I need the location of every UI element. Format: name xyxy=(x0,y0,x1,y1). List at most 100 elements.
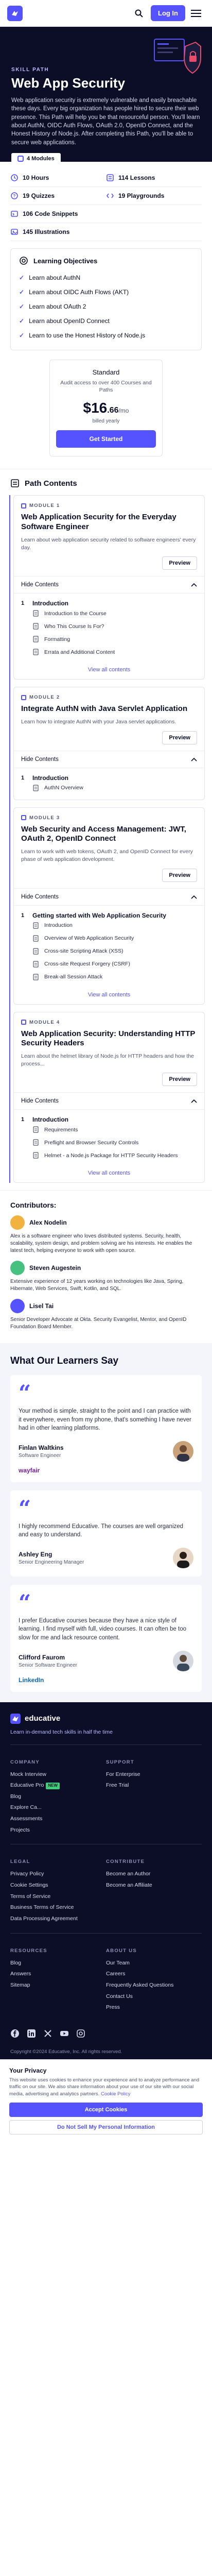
footer-link[interactable]: Projects xyxy=(10,1825,106,1836)
footer-link[interactable]: Our Team xyxy=(106,1958,202,1969)
quote-icon: “ xyxy=(19,1589,31,1615)
search-icon[interactable] xyxy=(130,5,148,22)
module-title[interactable]: Web Application Security for the Everyda… xyxy=(21,513,197,532)
lesson-title: Introduction xyxy=(32,1116,68,1124)
lesson-item-label: Helmet - a Node.js Package for HTTP Secu… xyxy=(44,1152,178,1159)
lesson-item[interactable]: Cross-site Request Forgery (CSRF) xyxy=(21,958,197,971)
youtube-icon[interactable] xyxy=(60,2029,69,2038)
preview-button[interactable]: Preview xyxy=(162,731,197,744)
doc-icon xyxy=(33,960,39,968)
footer-link[interactable]: Blog xyxy=(10,1791,106,1803)
accept-cookies-button[interactable]: Accept Cookies xyxy=(9,2103,203,2117)
footer-link[interactable]: Answers xyxy=(10,1969,106,1980)
contents-toggle[interactable]: Hide Contents xyxy=(14,1093,204,1110)
lesson-item[interactable]: Who This Course Is For? xyxy=(21,620,197,633)
logo-icon[interactable] xyxy=(7,5,23,21)
testimonial-role: Senior Software Engineer xyxy=(19,1662,77,1668)
contents-toggle-label: Hide Contents xyxy=(21,756,59,762)
doc-icon xyxy=(33,649,39,655)
footer-link[interactable]: Explore Ca... xyxy=(10,1802,106,1814)
menu-icon[interactable] xyxy=(187,5,205,22)
lesson-item[interactable]: Requirements xyxy=(21,1123,197,1136)
preview-button[interactable]: Preview xyxy=(162,556,197,570)
lesson-item-label: Requirements xyxy=(44,1126,78,1133)
lesson-item[interactable]: Introduction xyxy=(21,919,197,932)
contents-toggle[interactable]: Hide Contents xyxy=(14,751,204,768)
preview-button[interactable]: Preview xyxy=(162,1073,197,1087)
do-not-sell-button[interactable]: Do Not Sell My Personal Information xyxy=(9,2120,203,2134)
contents-toggle[interactable]: Hide Contents xyxy=(14,577,204,594)
get-started-button[interactable]: Get Started xyxy=(56,430,156,448)
footer-link[interactable]: Terms of Service xyxy=(10,1891,106,1903)
stat-row: 10 Hours 114 Lessons xyxy=(10,169,202,187)
lesson-item[interactable]: Overview of Web Application Security xyxy=(21,932,197,945)
footer-logo[interactable]: educative xyxy=(10,1713,202,1724)
lesson-item-label: Introduction to the Course xyxy=(44,610,107,617)
lesson-item[interactable]: Formatting xyxy=(21,633,197,646)
footer-heading: COMPANY xyxy=(10,1759,40,1765)
module-title[interactable]: Web Application Security: Understanding … xyxy=(21,1029,197,1049)
footer-link[interactable]: Mock Interview xyxy=(10,1769,106,1781)
twitter-icon[interactable] xyxy=(43,2029,52,2038)
footer-link[interactable]: Become an Affiliate xyxy=(106,1880,202,1891)
path-contents-header: Path Contents xyxy=(0,469,212,495)
footer-link[interactable]: Data Processing Agreement xyxy=(10,1913,106,1925)
footer-link[interactable]: Free Trial xyxy=(106,1780,202,1791)
doc-icon xyxy=(33,947,39,955)
testimonial-quote: I highly recommend Educative. The course… xyxy=(19,1523,184,1538)
contributors-title: Contributors: xyxy=(10,1201,57,1210)
contributor-name[interactable]: Steven Augestein xyxy=(29,1264,81,1272)
cookie-policy-link[interactable]: Cookie Policy xyxy=(101,2091,131,2097)
linkedin-icon[interactable] xyxy=(27,2029,36,2038)
lesson-header: 1 Introduction xyxy=(21,1116,197,1123)
module-title[interactable]: Web Security and Access Management: JWT,… xyxy=(21,825,197,844)
footer-link[interactable]: For Enterprise xyxy=(106,1769,202,1781)
stat-label: 145 Illustrations xyxy=(23,228,70,235)
contents-toggle-label: Hide Contents xyxy=(21,582,59,588)
login-button[interactable]: Log In xyxy=(151,5,185,21)
footer-link[interactable]: Careers xyxy=(106,1969,202,1980)
module-kicker: MODULE 3 xyxy=(21,815,197,821)
playground-icon xyxy=(107,193,114,198)
view-all-link[interactable]: View all contents xyxy=(14,986,204,1004)
footer-link[interactable]: Cookie Settings xyxy=(10,1880,106,1891)
lesson-item[interactable]: Preflight and Browser Security Controls xyxy=(21,1136,197,1149)
lesson-item[interactable]: Cross-site Scripting Attack (XSS) xyxy=(21,945,197,958)
view-all-link[interactable]: View all contents xyxy=(14,660,204,679)
contributor-name[interactable]: Lisel Tai xyxy=(29,1302,54,1310)
footer-link[interactable]: Sitemap xyxy=(10,1980,106,1991)
contributor-name[interactable]: Alex Nodelin xyxy=(29,1219,67,1226)
billing-note: billed yearly xyxy=(92,418,120,425)
footer-link[interactable]: Press xyxy=(106,2002,202,2013)
view-all-link[interactable]: View all contents xyxy=(14,1164,204,1182)
footer-link[interactable]: Business Terms of Service xyxy=(10,1902,106,1913)
stat-label: 19 Quizzes xyxy=(23,192,55,199)
lesson-item[interactable]: Break-all Session Attack xyxy=(21,971,197,984)
footer-links-legal: LEGAL Privacy Policy Cookie Settings Ter… xyxy=(10,1852,202,1934)
price-amount: $16 xyxy=(83,400,108,416)
lesson-item-label: Who This Course Is For? xyxy=(44,623,104,630)
check-icon: ✓ xyxy=(19,317,25,325)
testimonial-name: Ashley Eng xyxy=(19,1550,52,1558)
lesson-item[interactable]: AuthN Overview xyxy=(21,782,197,794)
lesson-item[interactable]: Introduction to the Course xyxy=(21,607,197,620)
footer-tagline: Learn in-demand tech skills in half the … xyxy=(10,1728,113,1735)
instagram-icon[interactable] xyxy=(76,2029,85,2038)
module-title[interactable]: Integrate AuthN with Java Servlet Applic… xyxy=(21,704,197,714)
footer-link[interactable]: Frequently Asked Questions xyxy=(106,1980,202,1991)
doc-icon xyxy=(33,973,39,980)
footer-link[interactable]: Assessments xyxy=(10,1814,106,1825)
doc-icon xyxy=(33,785,39,791)
contributor-bio: Extensive experience of 12 years working… xyxy=(10,1279,184,1292)
objective-text: Learn to use the Honest History of Node.… xyxy=(29,332,146,339)
footer-link[interactable]: Become an Author xyxy=(106,1869,202,1880)
contents-toggle[interactable]: Hide Contents xyxy=(14,889,204,906)
footer-link[interactable]: Contact Us xyxy=(106,1991,202,2003)
footer-link[interactable]: Blog xyxy=(10,1958,106,1969)
preview-button[interactable]: Preview xyxy=(162,868,197,882)
lesson-item[interactable]: Errata and Additional Content xyxy=(21,646,197,658)
footer-link[interactable]: Privacy Policy xyxy=(10,1869,106,1880)
lesson-item[interactable]: Helmet - a Node.js Package for HTTP Secu… xyxy=(21,1149,197,1162)
facebook-icon[interactable] xyxy=(10,2029,20,2038)
footer-link[interactable]: Educative Pro NEW xyxy=(10,1780,106,1791)
